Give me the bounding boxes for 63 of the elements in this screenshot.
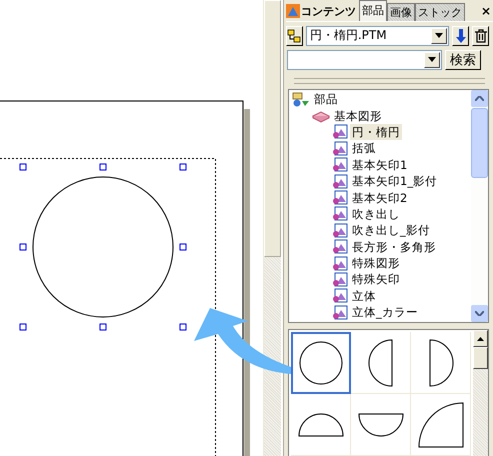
tree-item[interactable]: 基本図形 — [332, 108, 384, 124]
file-combo[interactable]: 円・楕円.PTM — [306, 26, 450, 46]
contents-icon — [286, 4, 300, 18]
handle-icon[interactable] — [20, 164, 26, 170]
tab[interactable]: ストック — [415, 3, 465, 21]
splitter-grip[interactable] — [294, 78, 485, 84]
tree-item[interactable]: 円・楕円 — [350, 124, 402, 140]
handle-icon[interactable] — [100, 164, 106, 170]
tree-item[interactable]: 基本矢印1_影付 — [350, 173, 440, 190]
delete-button[interactable] — [472, 26, 490, 46]
scroll-down-icon — [475, 311, 484, 316]
shape-file-icon — [332, 140, 348, 156]
shape-file-icon — [332, 174, 348, 189]
shape-file-icon — [332, 157, 348, 172]
trash-icon — [474, 28, 488, 42]
tree-item[interactable]: 基本矢印1 — [350, 156, 410, 173]
close-button[interactable]: × — [478, 1, 493, 21]
shape-file-icon — [332, 256, 348, 271]
shape-file-icon — [332, 124, 348, 140]
scrollbar[interactable] — [473, 330, 488, 456]
tab[interactable]: 部品 — [359, 0, 387, 21]
shape-thumbnail[interactable] — [291, 332, 351, 394]
contents-tab[interactable]: コンテンツ — [286, 1, 359, 21]
handle-icon[interactable] — [20, 324, 26, 330]
tree-item[interactable]: 括弧 — [350, 140, 378, 156]
tree-item[interactable]: 部品 — [312, 91, 340, 108]
tab[interactable]: 画像 — [387, 3, 415, 21]
folder-tree-icon — [287, 28, 302, 42]
contents-label: コンテンツ — [301, 4, 356, 18]
tree-item[interactable]: 吹き出し — [350, 206, 402, 222]
search-button[interactable]: 検索 — [445, 50, 481, 70]
shape-file-icon — [332, 206, 348, 222]
download-button[interactable] — [452, 26, 470, 46]
tree-item[interactable]: 長方形・多角形 — [350, 238, 438, 255]
scrollbar[interactable] — [471, 90, 488, 322]
shape-file-icon — [332, 272, 348, 287]
tree-item[interactable]: 特殊図形 — [350, 255, 402, 272]
tree-item[interactable]: 立体_カラー — [350, 304, 420, 320]
scroll-up-icon — [475, 96, 484, 101]
dropdown-icon — [435, 33, 444, 38]
handle-icon[interactable] — [180, 164, 186, 170]
shape-file-icon — [332, 288, 348, 304]
down-arrow-icon — [456, 28, 466, 42]
shape-file-icon — [332, 304, 348, 320]
circle-shape[interactable] — [32, 176, 174, 318]
handle-icon[interactable] — [180, 244, 186, 250]
scroll-up-icon — [477, 336, 484, 340]
dropdown-icon — [428, 57, 436, 62]
handle-icon[interactable] — [20, 244, 26, 250]
handle-icon[interactable] — [180, 324, 186, 330]
tree-item[interactable]: 立体 — [350, 288, 378, 304]
tree-item[interactable]: 基本矢印2 — [350, 190, 410, 206]
parts-root-icon — [292, 92, 310, 107]
tree-view-button[interactable] — [286, 26, 303, 46]
handle-icon[interactable] — [100, 324, 106, 330]
shape-file-icon — [332, 222, 348, 238]
shape-file-icon — [332, 239, 348, 254]
circle-icon — [298, 340, 344, 386]
shape-file-icon — [332, 190, 348, 206]
tree-item[interactable]: 吹き出し_影付 — [350, 222, 432, 238]
scroll-thumb[interactable] — [471, 108, 488, 178]
scrollbar[interactable] — [263, 0, 281, 456]
tree-item[interactable]: 特殊矢印 — [350, 271, 402, 288]
